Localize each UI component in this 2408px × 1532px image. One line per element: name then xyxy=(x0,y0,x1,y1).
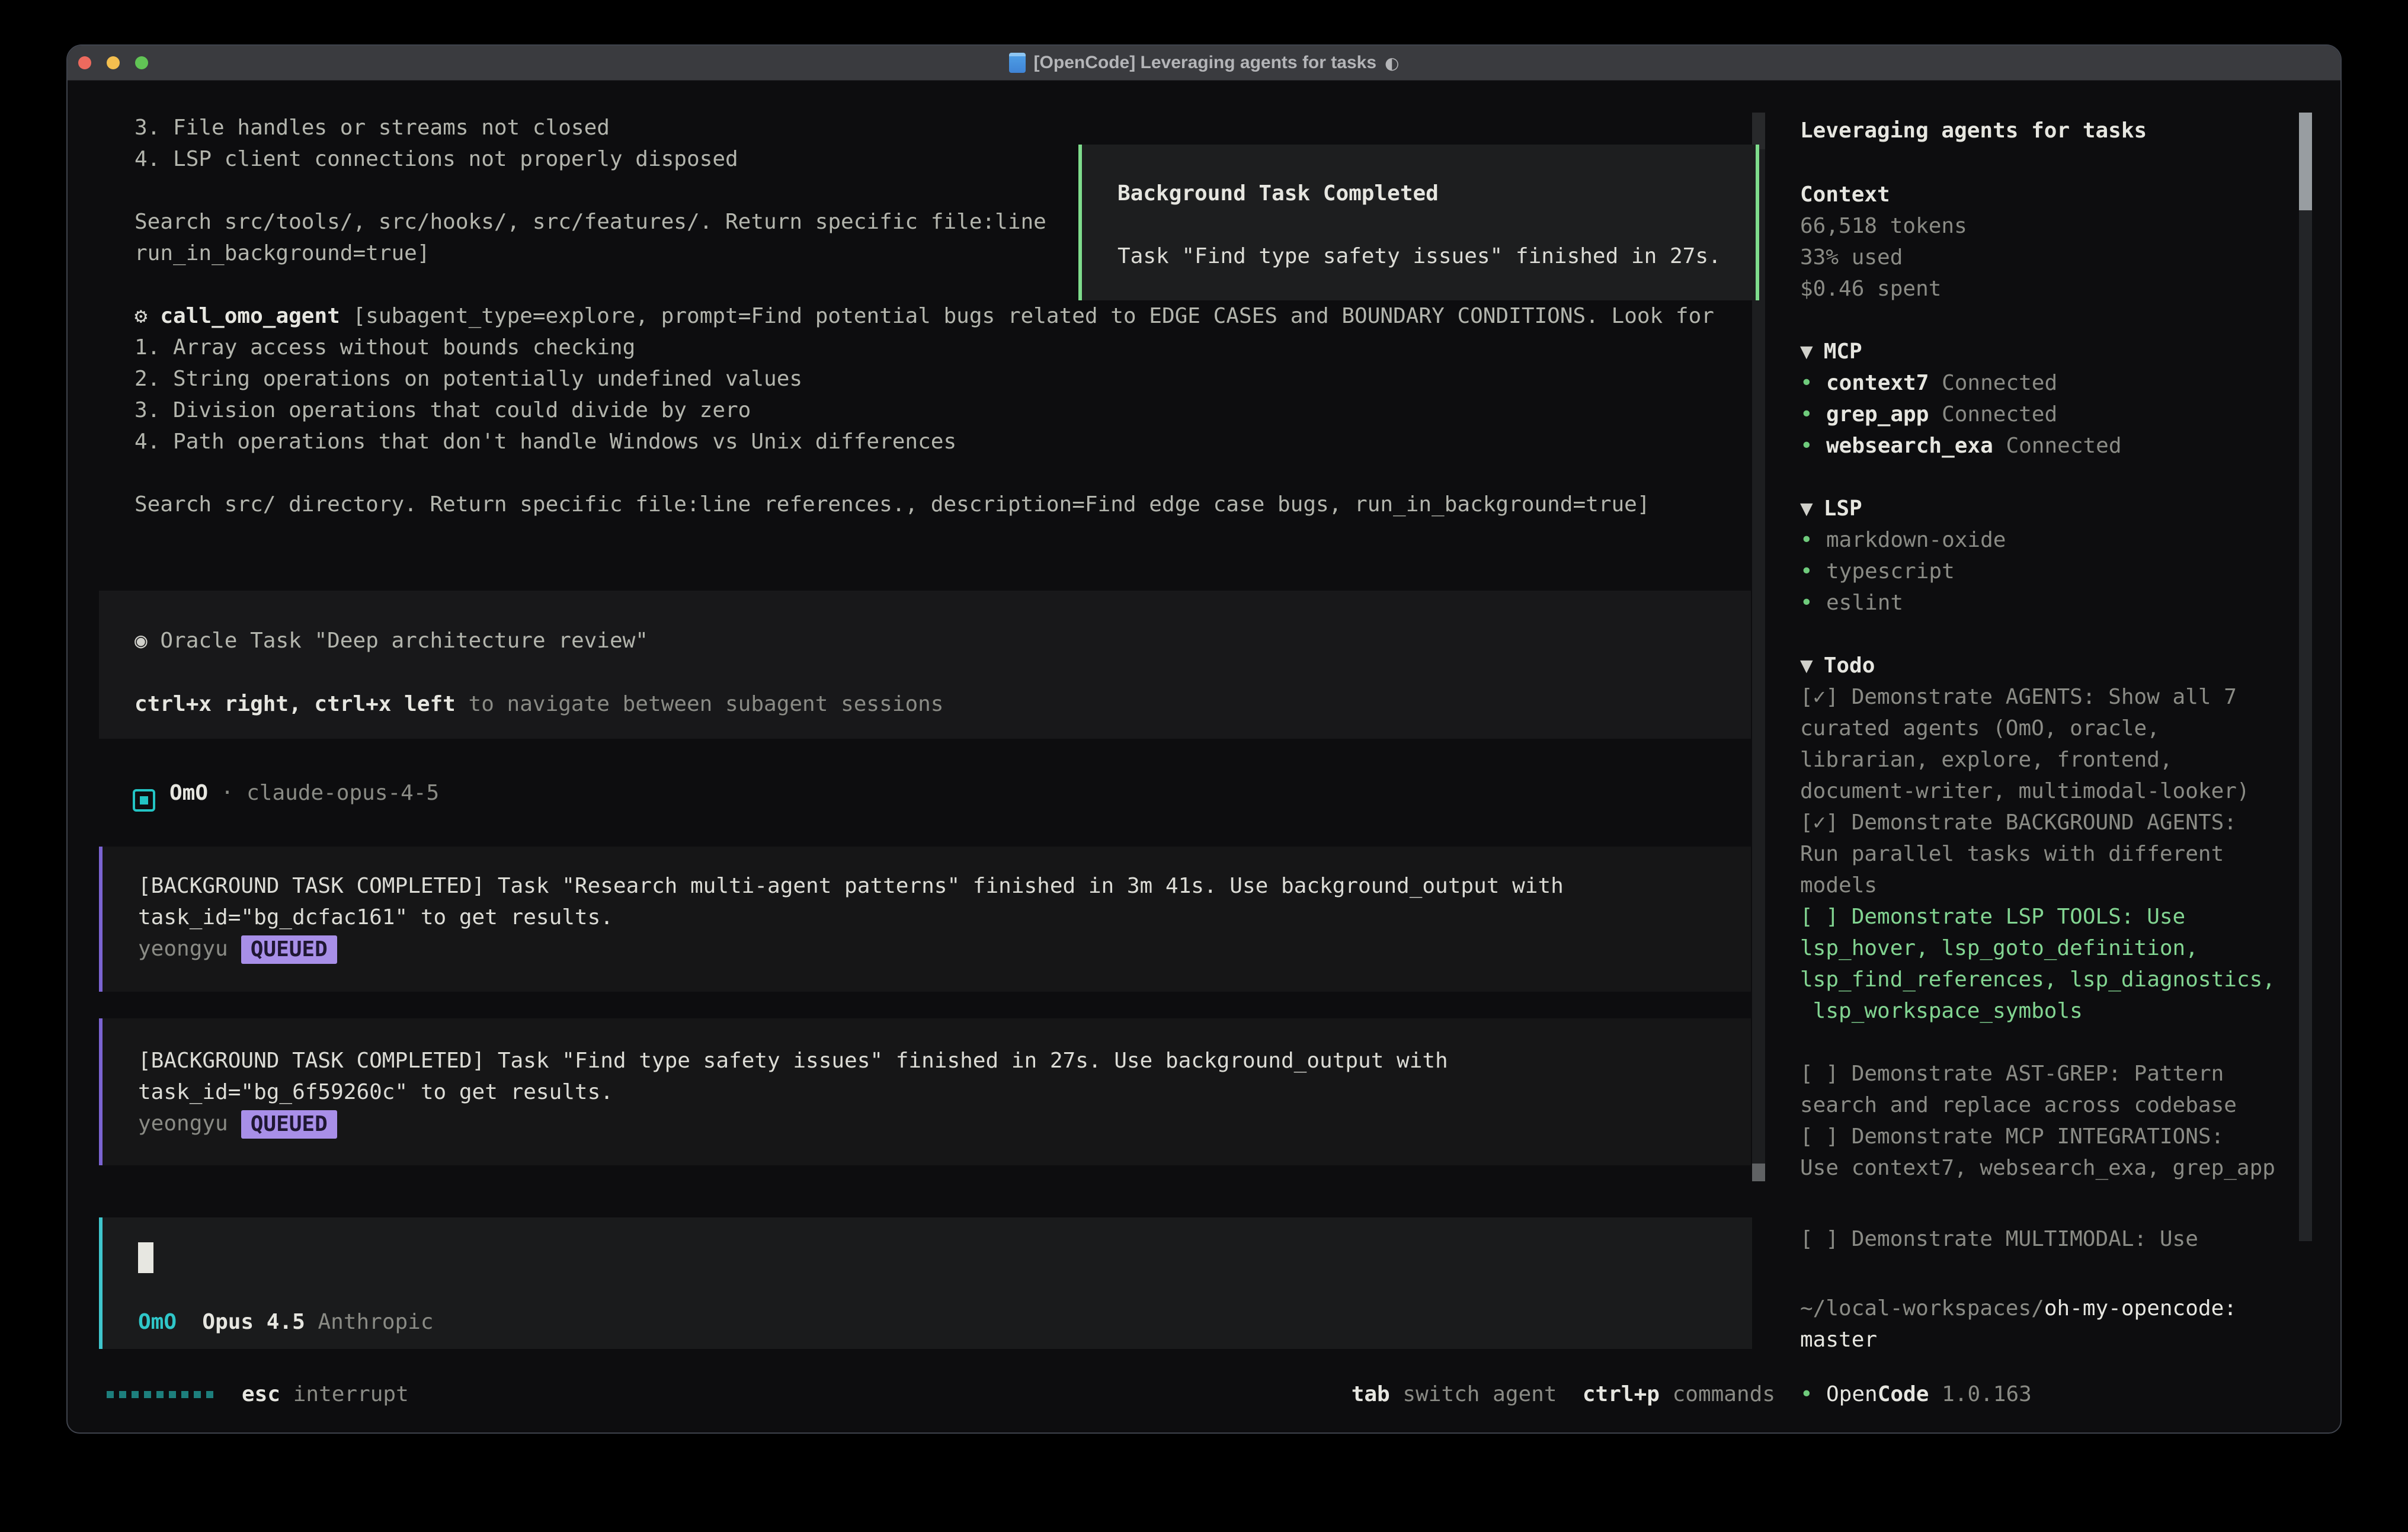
sidebar-context-stats: 66,518 tokens33% used$0.46 spent xyxy=(1800,210,1967,305)
status-right: tab switch agent ctrl+p commands xyxy=(1352,1379,1775,1410)
todo-active-items: [ ] Demonstrate LSP TOOLS: Uselsp_hover,… xyxy=(1800,901,2275,1027)
sidebar-mcp-item: •websearch_exa Connected xyxy=(1800,430,2122,461)
message-line2: task_id="bg_6f59260c" to get results. xyxy=(138,1076,613,1108)
minimize-button[interactable] xyxy=(107,56,120,69)
progress-dots-icon xyxy=(107,1391,213,1398)
separator-dot xyxy=(208,781,221,805)
status-dot-icon: • xyxy=(1800,399,1826,430)
gear-icon: ⚙ xyxy=(135,304,148,328)
agent-name: OmO xyxy=(169,781,208,805)
message-line2: task_id="bg_dcfac161" to get results. xyxy=(138,902,613,933)
input-footer: OmO Opus 4.5 Anthropic xyxy=(138,1306,434,1338)
status-dot-icon: • xyxy=(1800,524,1826,556)
sidebar-lsp-item: •eslint xyxy=(1800,587,1903,618)
zoom-button[interactable] xyxy=(135,56,148,69)
main-scrollbar-thumb[interactable] xyxy=(1752,1164,1765,1181)
sidebar-mcp-item: •grep_app Connected xyxy=(1800,399,2057,430)
message-meta: yeongyu QUEUED xyxy=(138,1108,337,1139)
collapse-triangle-icon: ▼ xyxy=(1800,339,1813,364)
agent-session-header[interactable]: OmO · claude-opus-4-5 xyxy=(133,777,439,809)
close-button[interactable] xyxy=(78,56,91,69)
window-title: [OpenCode] Leveraging agents for tasks xyxy=(1034,53,1376,73)
tool-name: call_omo_agent xyxy=(160,304,340,328)
titlebar[interactable]: [OpenCode] Leveraging agents for tasks ◐ xyxy=(68,46,2340,81)
input-model: Opus 4.5 xyxy=(202,1310,305,1334)
status-dot-icon: • xyxy=(1800,556,1826,587)
agent-model: claude-opus-4-5 xyxy=(246,781,439,805)
collapse-triangle-icon: ▼ xyxy=(1800,496,1813,521)
text-cursor xyxy=(138,1242,153,1273)
todo-done-items: [✓] Demonstrate AGENTS: Show all 7curate… xyxy=(1800,681,2250,901)
sidebar-mcp-header[interactable]: ▼MCP xyxy=(1800,336,1862,367)
ctrlp-key-hint: ctrl+p xyxy=(1583,1382,1660,1406)
tab-key-hint: tab xyxy=(1352,1382,1390,1406)
toast-title: Background Task Completed xyxy=(1117,178,1439,209)
sidebar-lsp-item: •typescript xyxy=(1800,556,1955,587)
todo-pending-items: [ ] Demonstrate AST-GREP: Patternsearch … xyxy=(1800,1058,2275,1184)
message-block[interactable]: [BACKGROUND TASK COMPLETED] Task "Resear… xyxy=(99,847,1751,992)
oracle-task-shortcut-hint: ctrl+x right, ctrl+x left to navigate be… xyxy=(135,688,943,720)
input-provider: Anthropic xyxy=(318,1310,433,1334)
transcript-pre-lines: 3. File handles or streams not closed4. … xyxy=(135,112,1046,269)
prompt-input[interactable]: OmO Opus 4.5 Anthropic xyxy=(99,1217,1752,1349)
sidebar-session-title: Leveraging agents for tasks xyxy=(1800,115,2147,146)
message-block[interactable]: [BACKGROUND TASK COMPLETED] Task "Find t… xyxy=(99,1018,1751,1165)
document-icon xyxy=(1009,53,1026,73)
opencode-version: •OpenCode 1.0.163 xyxy=(1800,1379,2032,1410)
agent-omo-icon xyxy=(133,789,155,812)
esc-key-hint: esc xyxy=(242,1379,280,1410)
status-dot-icon: • xyxy=(1800,367,1826,399)
sidebar-scrollbar-thumb[interactable] xyxy=(2299,113,2312,210)
ctrlp-key-label: commands xyxy=(1673,1382,1775,1406)
agent-call-output-lines: 1. Array access without bounds checking2… xyxy=(135,332,1650,520)
status-badge: QUEUED xyxy=(241,1110,337,1139)
esc-key-label: interrupt xyxy=(293,1379,409,1410)
oracle-task-title: ◉ Oracle Task "Deep architecture review" xyxy=(135,625,648,656)
opencode-window: [OpenCode] Leveraging agents for tasks ◐… xyxy=(66,44,2342,1434)
busy-indicator-icon: ◐ xyxy=(1385,53,1399,73)
author-name: yeongyu xyxy=(138,1111,228,1136)
message-line1: [BACKGROUND TASK COMPLETED] Task "Find t… xyxy=(138,1045,1448,1076)
sidebar-lsp-header[interactable]: ▼LSP xyxy=(1800,493,1862,524)
sidebar-lsp-item: •markdown-oxide xyxy=(1800,524,2006,556)
traffic-lights xyxy=(78,56,148,69)
terminal-content: 3. File handles or streams not closed4. … xyxy=(68,80,2340,1432)
status-left: esc interrupt xyxy=(107,1379,409,1410)
main-scrollbar-top-segment xyxy=(1752,113,1765,149)
agent-call-line: ⚙ call_omo_agent [subagent_type=explore,… xyxy=(135,300,1714,332)
record-icon: ◉ xyxy=(135,629,148,653)
oracle-task-panel[interactable]: ◉ Oracle Task "Deep architecture review"… xyxy=(99,591,1751,739)
input-agent-name: OmO xyxy=(138,1310,177,1334)
message-line1: [BACKGROUND TASK COMPLETED] Task "Resear… xyxy=(138,870,1564,902)
todo-pending-items: [ ] Demonstrate MULTIMODAL: Use xyxy=(1800,1223,2198,1255)
toast-notification[interactable]: Background Task Completed Task "Find typ… xyxy=(1078,145,1759,300)
status-dot-icon: • xyxy=(1800,430,1826,461)
workspace-path: ~/local-workspaces/oh-my-opencode: xyxy=(1800,1293,2237,1324)
status-dot-icon: • xyxy=(1800,1379,1826,1410)
author-name: yeongyu xyxy=(138,937,228,961)
tool-args: [subagent_type=explore, prompt=Find pote… xyxy=(353,304,1714,328)
workspace-branch: master xyxy=(1800,1324,1877,1355)
status-badge: QUEUED xyxy=(241,935,337,964)
sidebar-mcp-item: •context7 Connected xyxy=(1800,367,2057,399)
toast-body: Task "Find type safety issues" finished … xyxy=(1117,241,1721,272)
window-title-group: [OpenCode] Leveraging agents for tasks ◐ xyxy=(1009,53,1400,73)
sidebar-scrollbar[interactable] xyxy=(2299,113,2312,1241)
status-bar: esc interrupt tab switch agent ctrl+p co… xyxy=(107,1379,1775,1410)
message-meta: yeongyu QUEUED xyxy=(138,933,337,964)
sidebar-todo-header[interactable]: ▼Todo xyxy=(1800,650,1875,681)
status-dot-icon: • xyxy=(1800,587,1826,618)
tab-key-label: switch agent xyxy=(1402,1382,1557,1406)
collapse-triangle-icon: ▼ xyxy=(1800,653,1813,678)
sidebar-context-header: Context xyxy=(1800,179,1890,210)
